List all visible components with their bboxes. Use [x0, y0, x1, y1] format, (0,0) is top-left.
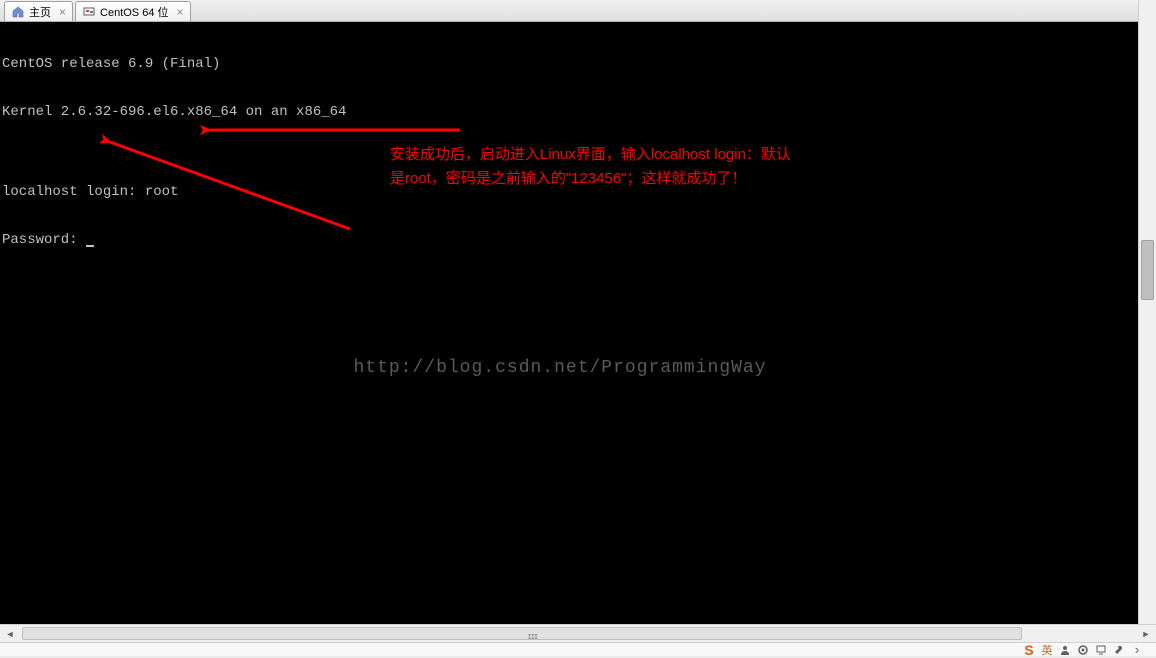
annotation-line2: 是root，密码是之前输入的"123456"；这样就成功了！ [390, 167, 910, 191]
annotation-text: 安装成功后，启动进入Linux界面，输入localhost login：默认 是… [390, 143, 910, 191]
cursor-icon [86, 245, 94, 247]
home-icon [11, 5, 25, 19]
scroll-grip-icon: ɪɪɪ [528, 631, 538, 641]
scrollbar-thumb[interactable] [1141, 240, 1154, 300]
annotation-line1: 安装成功后，启动进入Linux界面，输入localhost login：默认 [390, 143, 910, 167]
close-icon[interactable]: × [177, 5, 184, 19]
taskbar-wrench-icon[interactable] [1110, 643, 1128, 657]
password-prompt: Password: [2, 232, 86, 248]
tab-home-label: 主页 [29, 4, 51, 20]
terminal[interactable]: CentOS release 6.9 (Final) Kernel 2.6.32… [0, 22, 1138, 624]
scrollbar-vertical[interactable] [1138, 0, 1156, 624]
taskbar-gear-icon[interactable] [1074, 643, 1092, 657]
vm-icon [82, 5, 96, 19]
login-prompt: localhost login: [2, 184, 145, 200]
tab-centos[interactable]: CentOS 64 位 × [75, 1, 191, 21]
tab-bar: 主页 × CentOS 64 位 × [0, 0, 1156, 22]
login-value: root [145, 184, 179, 200]
watermark-text: http://blog.csdn.net/ProgrammingWay [0, 358, 1120, 378]
scroll-left-icon[interactable]: ◄ [2, 626, 18, 642]
tab-home[interactable]: 主页 × [4, 1, 73, 21]
scrollbar-horizontal[interactable]: ◄ ɪɪɪ ► [0, 624, 1156, 642]
tab-centos-label: CentOS 64 位 [100, 4, 168, 20]
taskbar-person-icon[interactable] [1056, 643, 1074, 657]
taskbar-app-icon[interactable]: S [1020, 643, 1038, 657]
terminal-line: CentOS release 6.9 (Final) [2, 56, 1136, 72]
terminal-line: Kernel 2.6.32-696.el6.x86_64 on an x86_6… [2, 104, 1136, 120]
close-icon[interactable]: × [59, 5, 66, 19]
taskbar-chevron-icon[interactable]: › [1128, 643, 1146, 657]
taskbar: S 英 › [0, 642, 1156, 656]
taskbar-monitor-icon[interactable] [1092, 643, 1110, 657]
terminal-password-line: Password: [2, 232, 1136, 248]
taskbar-text-icon[interactable]: 英 [1038, 643, 1056, 657]
scroll-right-icon[interactable]: ► [1138, 626, 1154, 642]
scrollbar-thumb[interactable]: ɪɪɪ [22, 627, 1022, 640]
